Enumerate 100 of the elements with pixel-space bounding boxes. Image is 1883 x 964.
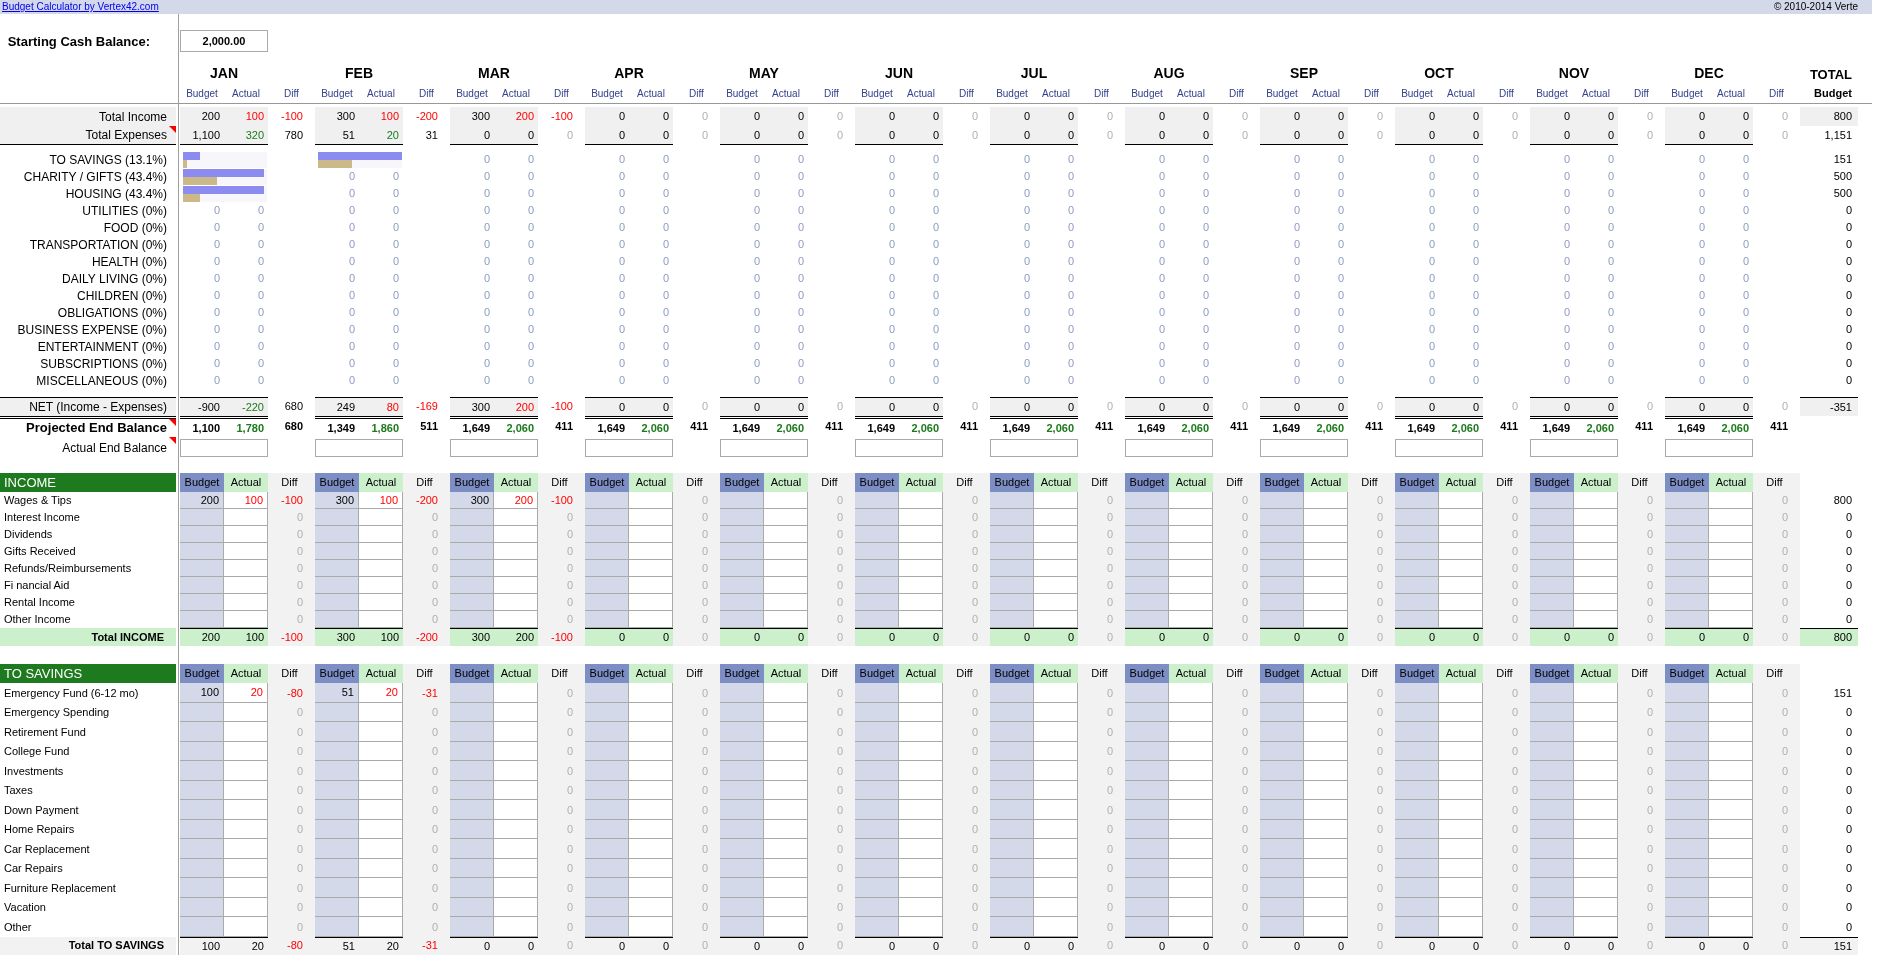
budget-cell[interactable] <box>180 897 224 917</box>
budget-cell[interactable] <box>1260 611 1304 628</box>
actual-cell[interactable] <box>1169 526 1213 543</box>
actual-cell[interactable] <box>1709 560 1753 577</box>
budget-cell[interactable] <box>180 858 224 878</box>
budget-cell[interactable] <box>720 722 764 742</box>
actual-cell[interactable] <box>1709 780 1753 800</box>
budget-cell[interactable] <box>315 611 359 628</box>
budget-cell[interactable] <box>720 594 764 611</box>
actual-cell[interactable] <box>1574 526 1618 543</box>
balance-input[interactable] <box>315 439 403 457</box>
actual-cell[interactable] <box>1034 722 1078 742</box>
budget-cell[interactable] <box>855 577 899 594</box>
budget-cell[interactable] <box>990 509 1034 526</box>
actual-cell[interactable] <box>1034 897 1078 917</box>
actual-cell[interactable] <box>629 878 673 898</box>
actual-cell[interactable] <box>764 509 808 526</box>
actual-cell[interactable] <box>1169 702 1213 722</box>
actual-cell[interactable] <box>224 839 268 859</box>
budget-cell[interactable] <box>1395 560 1439 577</box>
budget-cell[interactable] <box>180 780 224 800</box>
actual-cell[interactable] <box>494 611 538 628</box>
budget-cell[interactable] <box>180 611 224 628</box>
actual-cell[interactable] <box>1709 509 1753 526</box>
budget-cell[interactable] <box>1125 741 1169 761</box>
actual-cell[interactable] <box>494 543 538 560</box>
budget-cell[interactable] <box>1530 702 1574 722</box>
actual-cell[interactable] <box>764 780 808 800</box>
budget-cell[interactable] <box>990 492 1034 509</box>
actual-cell[interactable] <box>629 839 673 859</box>
actual-cell[interactable] <box>224 780 268 800</box>
budget-cell[interactable] <box>855 839 899 859</box>
balance-input[interactable] <box>1530 439 1618 457</box>
actual-cell[interactable] <box>1304 897 1348 917</box>
balance-input[interactable] <box>1395 439 1483 457</box>
actual-cell[interactable] <box>1169 878 1213 898</box>
budget-cell[interactable] <box>855 819 899 839</box>
actual-cell[interactable]: 20 <box>224 683 268 703</box>
budget-cell[interactable] <box>180 560 224 577</box>
actual-cell[interactable] <box>1709 543 1753 560</box>
budget-cell[interactable] <box>990 683 1034 703</box>
budget-cell[interactable] <box>720 741 764 761</box>
budget-cell[interactable] <box>1395 492 1439 509</box>
budget-cell[interactable] <box>585 897 629 917</box>
actual-cell[interactable] <box>1169 800 1213 820</box>
budget-cell[interactable] <box>1125 702 1169 722</box>
budget-cell[interactable] <box>1395 878 1439 898</box>
budget-cell[interactable] <box>720 526 764 543</box>
actual-cell[interactable] <box>1034 594 1078 611</box>
budget-cell[interactable] <box>720 577 764 594</box>
actual-cell[interactable] <box>1304 858 1348 878</box>
budget-cell[interactable] <box>855 741 899 761</box>
budget-cell[interactable] <box>315 560 359 577</box>
actual-cell[interactable] <box>899 509 943 526</box>
actual-cell[interactable] <box>1709 683 1753 703</box>
actual-cell[interactable] <box>1169 683 1213 703</box>
actual-cell[interactable] <box>224 819 268 839</box>
budget-cell[interactable] <box>990 839 1034 859</box>
budget-cell[interactable] <box>1530 611 1574 628</box>
actual-cell[interactable] <box>224 741 268 761</box>
actual-cell[interactable] <box>1574 800 1618 820</box>
actual-cell[interactable] <box>764 560 808 577</box>
budget-cell[interactable] <box>315 761 359 781</box>
actual-cell[interactable] <box>1439 577 1483 594</box>
budget-cell[interactable] <box>855 858 899 878</box>
actual-cell[interactable] <box>359 780 403 800</box>
actual-cell[interactable] <box>1169 741 1213 761</box>
budget-cell[interactable] <box>315 897 359 917</box>
budget-cell[interactable] <box>720 780 764 800</box>
budget-cell[interactable] <box>1125 800 1169 820</box>
budget-cell[interactable] <box>1260 526 1304 543</box>
budget-cell[interactable] <box>720 509 764 526</box>
budget-cell[interactable] <box>1260 683 1304 703</box>
actual-cell[interactable] <box>1574 839 1618 859</box>
actual-cell[interactable] <box>359 594 403 611</box>
budget-cell[interactable] <box>1260 839 1304 859</box>
budget-cell[interactable] <box>1260 594 1304 611</box>
budget-cell[interactable] <box>585 741 629 761</box>
actual-cell[interactable] <box>899 800 943 820</box>
actual-cell[interactable] <box>359 819 403 839</box>
budget-cell[interactable] <box>1260 917 1304 937</box>
budget-cell[interactable] <box>585 560 629 577</box>
actual-cell[interactable] <box>629 526 673 543</box>
budget-cell[interactable] <box>1665 858 1709 878</box>
budget-cell[interactable] <box>450 594 494 611</box>
actual-cell[interactable] <box>1439 780 1483 800</box>
budget-cell[interactable] <box>315 917 359 937</box>
actual-cell[interactable] <box>359 577 403 594</box>
budget-cell[interactable]: 300 <box>315 492 359 509</box>
actual-cell[interactable] <box>224 594 268 611</box>
budget-cell[interactable] <box>1665 509 1709 526</box>
budget-cell[interactable] <box>720 897 764 917</box>
budget-cell[interactable] <box>1530 560 1574 577</box>
budget-cell[interactable] <box>585 526 629 543</box>
balance-input[interactable] <box>720 439 808 457</box>
actual-cell[interactable] <box>1169 839 1213 859</box>
actual-cell[interactable] <box>899 761 943 781</box>
actual-cell[interactable] <box>359 741 403 761</box>
budget-cell[interactable] <box>450 780 494 800</box>
budget-cell[interactable] <box>990 722 1034 742</box>
